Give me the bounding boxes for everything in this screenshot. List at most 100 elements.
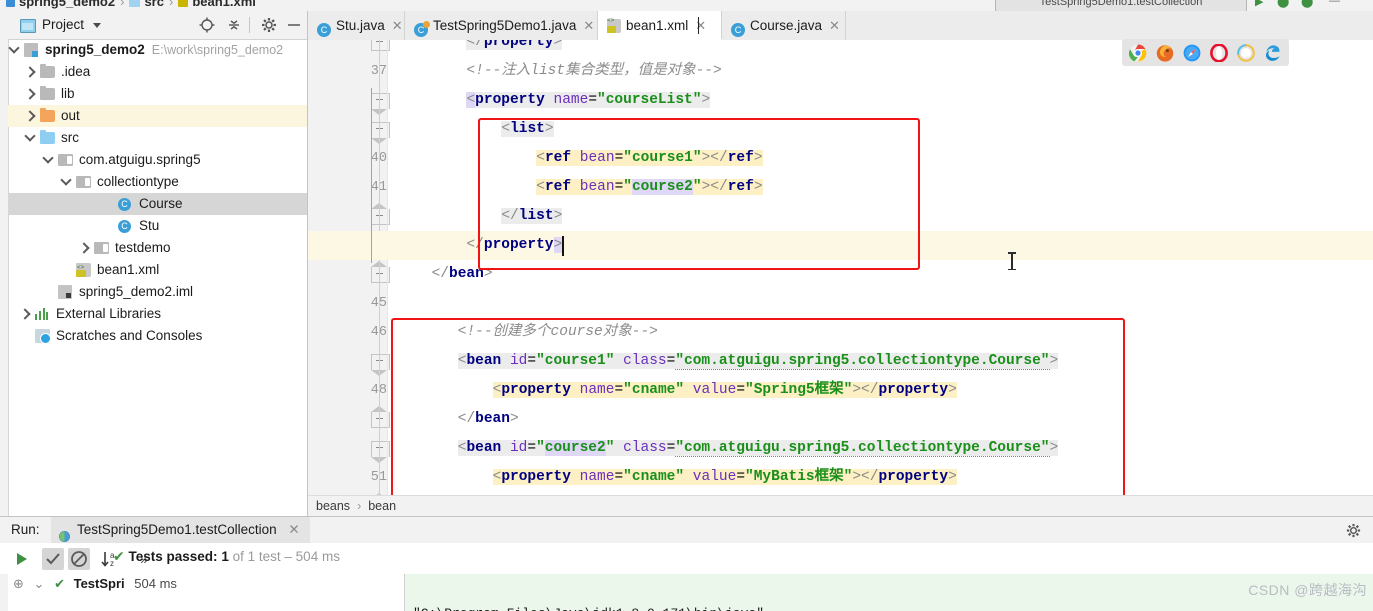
breadcrumb-beans[interactable]: beans: [316, 499, 350, 513]
project-panel-title: Project: [42, 17, 85, 32]
tests-passed-label: Tests passed:: [128, 549, 218, 564]
close-icon[interactable]: ✕: [288, 522, 299, 537]
code-line[interactable]: </list>: [501, 202, 563, 231]
chevron-down-icon[interactable]: [24, 130, 36, 142]
opera-icon[interactable]: [1210, 42, 1228, 63]
collapse-chevron-icon[interactable]: ⌄: [34, 576, 45, 591]
top-breadcrumb-inner: spring5_demo2 › src › bean1.xml: [6, 0, 256, 9]
chevron-down-icon[interactable]: [42, 152, 54, 164]
chrome-icon[interactable]: [1128, 44, 1147, 62]
run-configuration-toolbar[interactable]: TestSpring5Demo1.testCollection ▶ ⬤ ⬤ —: [905, 0, 1373, 11]
show-passed-toggle[interactable]: [42, 548, 64, 570]
chevron-down-icon[interactable]: [93, 23, 101, 28]
chevron-right-icon[interactable]: [24, 88, 36, 100]
chevron-right-icon[interactable]: [78, 242, 90, 254]
tree-item-label: Course: [139, 196, 183, 211]
chevron-right-icon[interactable]: [24, 66, 36, 78]
tree-item-out[interactable]: out: [8, 105, 307, 127]
chevron-down-icon[interactable]: [8, 42, 20, 54]
tree-item-testdemo[interactable]: testdemo: [8, 237, 307, 259]
run-icon[interactable]: ▶: [1255, 0, 1263, 8]
code-line[interactable]: <property name="courseList">: [466, 86, 711, 115]
locate-icon[interactable]: [198, 16, 216, 34]
rerun-button[interactable]: [10, 548, 32, 570]
editor-tab-stu-java[interactable]: C Stu.java ✕: [308, 11, 405, 40]
run-tab-label: TestSpring5Demo1.testCollection: [77, 522, 277, 537]
close-icon[interactable]: ✕: [695, 11, 706, 40]
editor-tab-testspring5demo1-java[interactable]: C TestSpring5Demo1.java ✕: [405, 11, 598, 40]
code-line[interactable]: <!--创建多个course对象-->: [458, 318, 658, 347]
test-tree-row[interactable]: ⊕ ⌄ ✔ TestSpri 504 ms: [9, 574, 404, 593]
editor-gutter[interactable]: 3637383940414243444546474849505152: [308, 40, 390, 495]
expand-chevron-icon[interactable]: ⊕: [13, 576, 24, 591]
run-config-selector[interactable]: TestSpring5Demo1.testCollection: [995, 0, 1247, 11]
tree-item-collectiontype[interactable]: collectiontype: [8, 171, 307, 193]
code-line[interactable]: </bean>: [432, 260, 493, 289]
project-tree[interactable]: spring5_demo2 E:\work\spring5_demo2 .idea l…: [8, 39, 307, 516]
package-icon: [76, 176, 91, 188]
test-results-tree[interactable]: ⊕ ⌄ ✔ TestSpri 504 ms: [9, 574, 405, 611]
tree-item-course[interactable]: C Course: [8, 193, 307, 215]
edge-icon[interactable]: [1264, 44, 1282, 62]
tree-item-com-atguigu-spring5[interactable]: com.atguigu.spring5: [8, 149, 307, 171]
code-line[interactable]: </bean>: [458, 405, 519, 434]
editor-tab-course-java[interactable]: C Course.java ✕: [722, 11, 846, 40]
collapse-all-icon[interactable]: [225, 16, 243, 34]
settings-gear-icon[interactable]: [260, 16, 278, 34]
tree-item-label: lib: [61, 86, 75, 101]
breadcrumb-src[interactable]: src: [144, 0, 164, 9]
browser-circle-icon[interactable]: [1237, 43, 1255, 62]
debug-icon[interactable]: ⬤: [1277, 0, 1289, 8]
code-line[interactable]: <property name="cname" value="Spring5框架"…: [492, 376, 957, 405]
tree-item-stu[interactable]: C Stu: [8, 215, 307, 237]
editor-tab-bar[interactable]: CStu.java✕CTestSpring5Demo1.java✕bean1.x…: [308, 6, 1373, 41]
console-output[interactable]: "C:\Program Files\Java\jdk1.8.0_171\bin\…: [405, 574, 1373, 611]
chevron-right-icon[interactable]: [19, 308, 31, 320]
code-line[interactable]: </property>: [308, 231, 1373, 260]
close-icon[interactable]: ✕: [829, 11, 840, 40]
tree-item-spring5-demo2-iml[interactable]: spring5_demo2.iml: [8, 281, 307, 303]
editor-breadcrumb[interactable]: beans › bean: [308, 495, 1373, 516]
toolbar-divider: [249, 17, 250, 33]
code-line[interactable]: </property>: [466, 40, 563, 57]
code-line[interactable]: <list>: [501, 115, 554, 144]
safari-icon[interactable]: [1183, 44, 1201, 62]
browser-launcher-bar[interactable]: [1122, 39, 1289, 66]
settings-gear-icon[interactable]: [1345, 522, 1362, 539]
breadcrumb-file[interactable]: bean1.xml: [192, 0, 256, 9]
show-ignored-toggle[interactable]: [68, 548, 90, 570]
tree-item-bean1-xml[interactable]: bean1.xml: [8, 257, 307, 281]
tree-item-src[interactable]: src: [8, 127, 307, 149]
chevron-right-icon[interactable]: [24, 110, 36, 122]
code-line[interactable]: <bean id="course1" class="com.atguigu.sp…: [457, 347, 1059, 376]
tree-item-label: Stu: [139, 218, 160, 233]
minimize-icon[interactable]: —: [1329, 0, 1340, 7]
run-tab[interactable]: TestSpring5Demo1.testCollection ✕: [51, 517, 310, 543]
folder-icon: [129, 0, 141, 7]
editor-tab-bean1-xml[interactable]: bean1.xml ✕: [598, 6, 722, 40]
tree-item-scratches-and-consoles[interactable]: Scratches and Consoles: [8, 325, 307, 347]
code-text[interactable]: </property> <!--注入list集合类型，值是对象--> <proper…: [308, 40, 1373, 495]
chevron-down-icon[interactable]: [60, 174, 72, 186]
coverage-icon[interactable]: ⬤: [1301, 0, 1313, 8]
code-line[interactable]: <ref bean="course2"></ref>: [536, 173, 763, 202]
code-editor[interactable]: 3637383940414243444546474849505152 </pro…: [308, 40, 1373, 495]
close-icon[interactable]: ✕: [392, 11, 403, 40]
code-line-content: <!--创建多个course对象-->: [457, 324, 658, 340]
code-line[interactable]: <property name="cname" value="MyBatis框架"…: [492, 463, 957, 492]
tree-item-spring5-demo2[interactable]: spring5_demo2 E:\work\spring5_demo2: [8, 39, 307, 61]
code-line[interactable]: <!--注入list集合类型，值是对象-->: [466, 57, 721, 86]
indent-guide: [371, 88, 372, 263]
breadcrumb-project[interactable]: spring5_demo2: [19, 0, 115, 9]
tree-item-label: spring5_demo2.iml: [79, 284, 194, 299]
firefox-icon[interactable]: [1156, 44, 1174, 62]
close-icon[interactable]: ✕: [583, 11, 594, 40]
code-line[interactable]: <bean id="course2" class="com.atguigu.sp…: [457, 434, 1059, 463]
tree-item-lib[interactable]: lib: [8, 83, 307, 105]
hide-icon[interactable]: [285, 16, 303, 34]
breadcrumb-bean[interactable]: bean: [368, 499, 396, 513]
tree-item--idea[interactable]: .idea: [8, 61, 307, 83]
code-line[interactable]: <ref bean="course1"></ref>: [536, 144, 763, 173]
tree-item-label: com.atguigu.spring5: [79, 152, 201, 167]
tree-item-external-libraries[interactable]: External Libraries: [8, 303, 307, 325]
